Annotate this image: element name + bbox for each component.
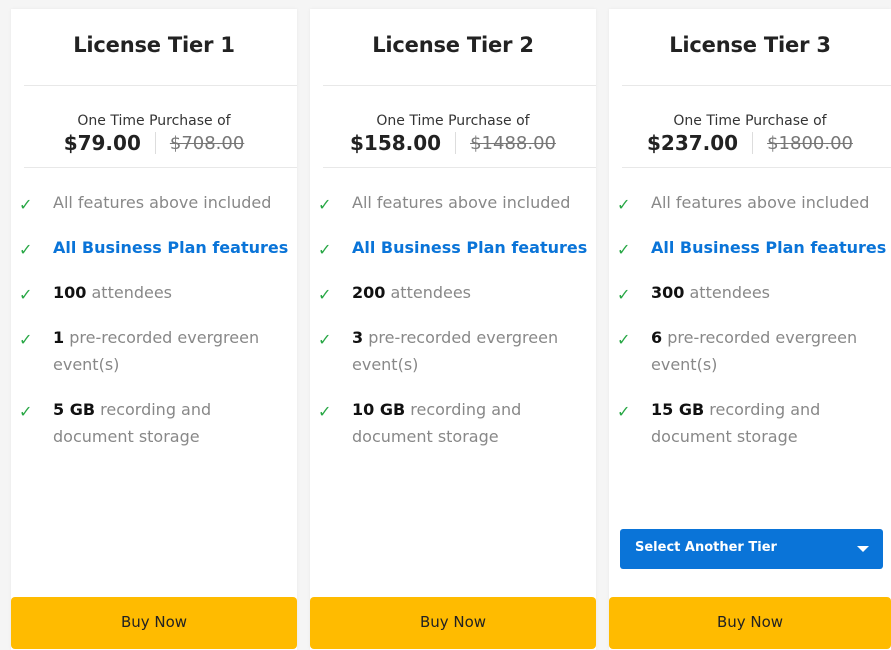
feature-text: pre-recorded evergreen event(s) xyxy=(53,328,260,374)
feature-value: 5 GB xyxy=(53,400,96,419)
check-icon: ✓ xyxy=(617,402,631,421)
price-row: $79.00 $708.00 xyxy=(11,131,297,155)
divider xyxy=(323,85,596,86)
feature-item: ✓ 3 pre-recorded evergreen event(s) xyxy=(318,324,592,378)
divider xyxy=(24,167,297,168)
feature-list: ✓ All features above included ✓ All Busines… xyxy=(318,189,592,468)
divider xyxy=(622,85,891,86)
dropdown-label: Select Another Tier xyxy=(635,540,777,555)
price: $79.00 xyxy=(63,131,141,155)
chevron-down-icon xyxy=(857,546,869,552)
price: $237.00 xyxy=(647,131,739,155)
feature-text: pre-recorded evergreen event(s) xyxy=(352,328,559,374)
check-icon: ✓ xyxy=(19,240,33,259)
feature-value: 200 xyxy=(352,283,386,302)
tier-title: License Tier 1 xyxy=(73,33,235,57)
tier-title: License Tier 3 xyxy=(669,33,831,57)
select-another-tier-dropdown[interactable]: Select Another Tier xyxy=(620,529,883,569)
feature-list: ✓ All features above included ✓ All Busines… xyxy=(19,189,293,468)
feature-text: All features above included xyxy=(53,193,272,212)
tier-card-1: License Tier 1 One Time Purchase of $79.… xyxy=(11,9,297,650)
price-row: $237.00 $1800.00 xyxy=(609,131,891,155)
feature-text: pre-recorded evergreen event(s) xyxy=(651,328,858,374)
buy-now-button[interactable]: Buy Now xyxy=(310,597,596,649)
check-icon: ✓ xyxy=(318,285,332,304)
feature-value: 300 xyxy=(651,283,685,302)
divider xyxy=(323,167,596,168)
feature-text: All features above included xyxy=(651,193,870,212)
feature-item: ✓ 5 GB recording and document storage xyxy=(19,396,293,450)
feature-text: attendees xyxy=(684,283,771,302)
feature-value: 100 xyxy=(53,283,87,302)
feature-item: ✓ 200 attendees xyxy=(318,279,592,306)
tier-card-2: License Tier 2 One Time Purchase of $158… xyxy=(310,9,596,650)
check-icon: ✓ xyxy=(318,330,332,349)
feature-value: 1 xyxy=(53,328,65,347)
price: $158.00 xyxy=(350,131,442,155)
feature-text: All features above included xyxy=(352,193,571,212)
feature-value: 15 GB xyxy=(651,400,705,419)
check-icon: ✓ xyxy=(617,195,631,214)
buy-now-button[interactable]: Buy Now xyxy=(609,597,891,649)
price-separator xyxy=(154,132,156,154)
feature-item: ✓ All Business Plan features xyxy=(617,234,887,261)
purchase-label: One Time Purchase of xyxy=(673,113,827,129)
price-separator xyxy=(455,132,457,154)
check-icon: ✓ xyxy=(318,240,332,259)
feature-item: ✓ 300 attendees xyxy=(617,279,887,306)
check-icon: ✓ xyxy=(617,330,631,349)
feature-text: attendees xyxy=(86,283,173,302)
price-separator xyxy=(752,132,754,154)
feature-item: ✓ 100 attendees xyxy=(19,279,293,306)
feature-value: 10 GB xyxy=(352,400,406,419)
feature-list: ✓ All features above included ✓ All Busines… xyxy=(617,189,887,468)
feature-text: attendees xyxy=(385,283,472,302)
feature-text: All Business Plan features xyxy=(352,238,588,257)
feature-text: All Business Plan features xyxy=(53,238,289,257)
check-icon: ✓ xyxy=(318,402,332,421)
price-row: $158.00 $1488.00 xyxy=(310,131,596,155)
feature-value: 6 xyxy=(651,328,663,347)
check-icon: ✓ xyxy=(19,402,33,421)
feature-value: 3 xyxy=(352,328,364,347)
old-price: $1800.00 xyxy=(767,132,853,154)
feature-text: All Business Plan features xyxy=(651,238,887,257)
check-icon: ✓ xyxy=(617,285,631,304)
check-icon: ✓ xyxy=(19,195,33,214)
tier-card-3: License Tier 3 One Time Purchase of $237… xyxy=(609,9,891,650)
feature-item: ✓ 6 pre-recorded evergreen event(s) xyxy=(617,324,887,378)
old-price: $708.00 xyxy=(169,132,245,154)
check-icon: ✓ xyxy=(617,240,631,259)
feature-item: ✓ All features above included xyxy=(19,189,293,216)
feature-item: ✓ All Business Plan features xyxy=(318,234,592,261)
feature-item: ✓ 10 GB recording and document storage xyxy=(318,396,592,450)
purchase-label: One Time Purchase of xyxy=(376,113,530,129)
feature-item: ✓ 1 pre-recorded evergreen event(s) xyxy=(19,324,293,378)
feature-item: ✓ All features above included xyxy=(617,189,887,216)
check-icon: ✓ xyxy=(318,195,332,214)
tier-title: License Tier 2 xyxy=(372,33,534,57)
feature-item: ✓ All features above included xyxy=(318,189,592,216)
feature-item: ✓ 15 GB recording and document storage xyxy=(617,396,887,450)
feature-item: ✓ All Business Plan features xyxy=(19,234,293,261)
old-price: $1488.00 xyxy=(470,132,556,154)
divider xyxy=(622,167,891,168)
divider xyxy=(24,85,297,86)
buy-now-button[interactable]: Buy Now xyxy=(11,597,297,649)
check-icon: ✓ xyxy=(19,285,33,304)
purchase-label: One Time Purchase of xyxy=(77,113,231,129)
check-icon: ✓ xyxy=(19,330,33,349)
